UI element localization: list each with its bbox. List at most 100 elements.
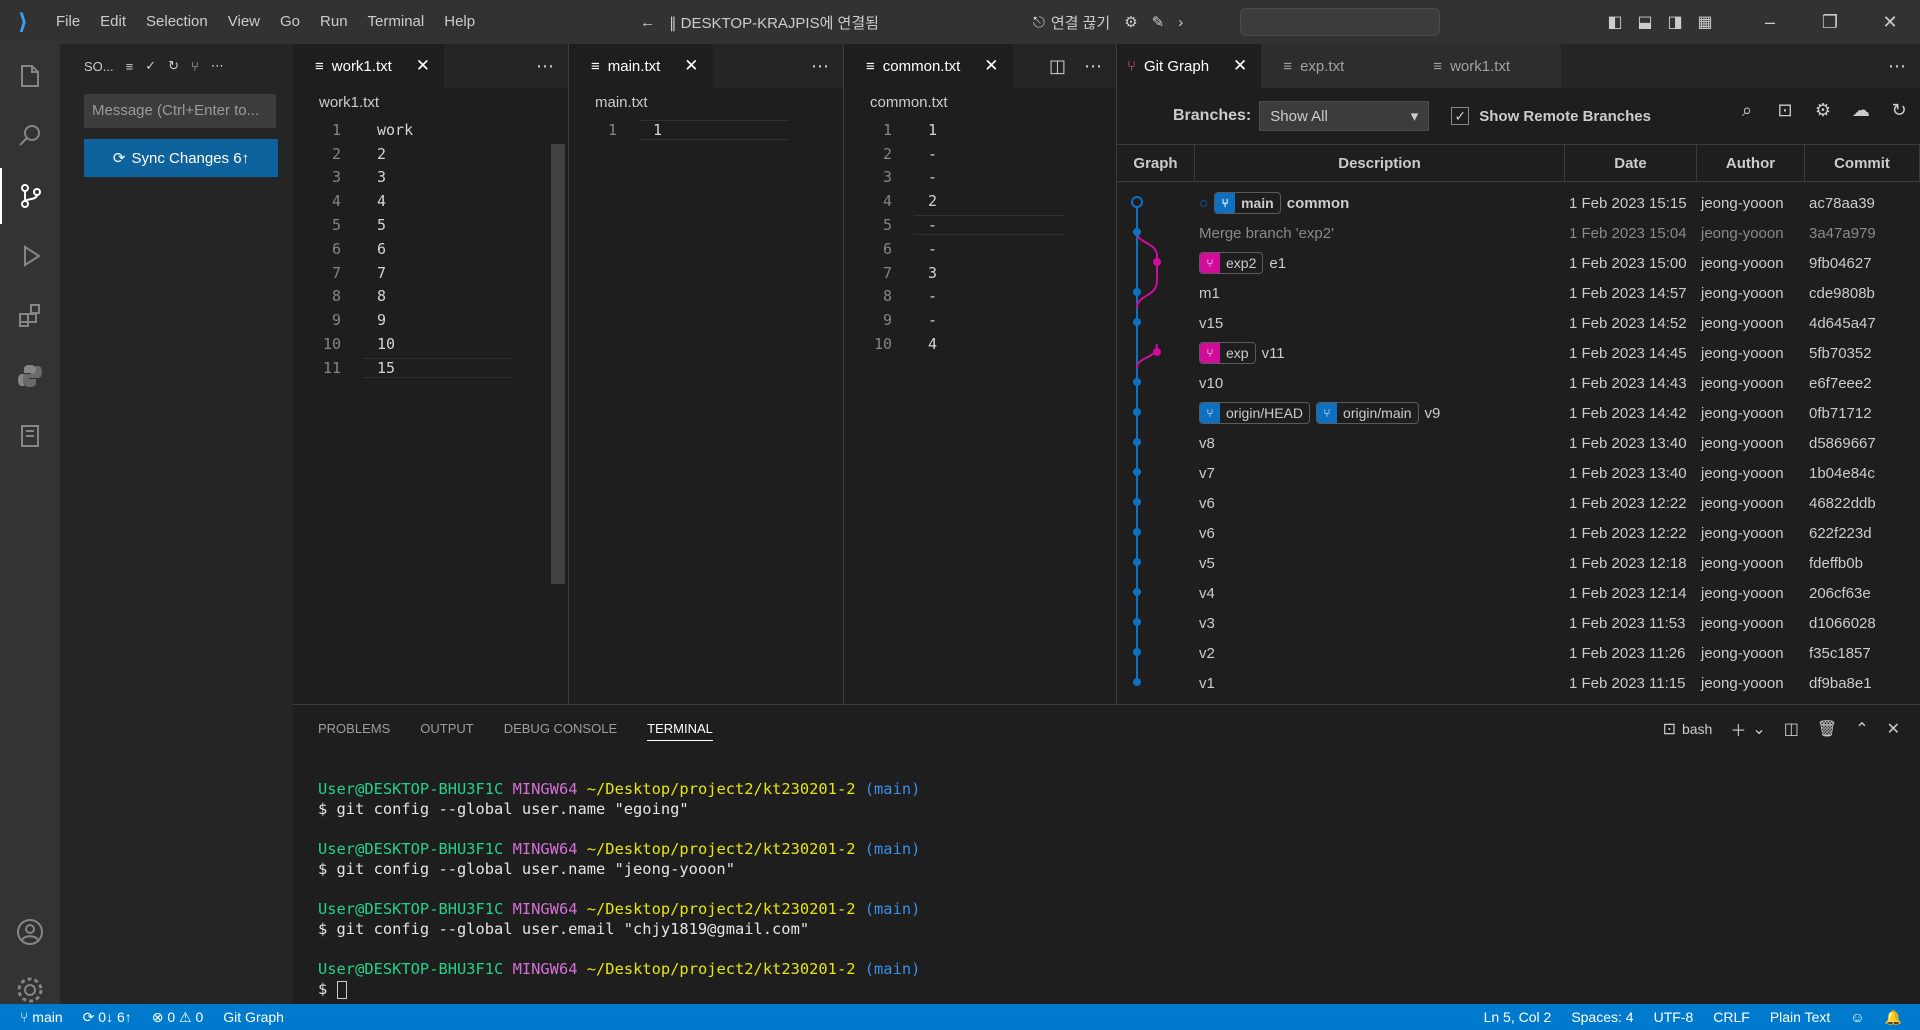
menu-view[interactable]: View (218, 0, 270, 44)
commit-row[interactable]: v7 1 Feb 2023 13:40 jeong-yooon 1b04e84c (1117, 458, 1920, 488)
minimize-icon[interactable]: – (1740, 12, 1800, 33)
python-icon[interactable] (0, 348, 60, 404)
extensions-icon[interactable] (0, 288, 60, 344)
editor-line[interactable]: 5- (844, 213, 1116, 237)
toggle-secondary-sidebar-icon[interactable]: ◨ (1660, 12, 1690, 32)
tab-debug-console[interactable]: DEBUG CONSOLE (504, 721, 617, 736)
commit-row[interactable]: v8 1 Feb 2023 13:40 jeong-yooon d5869667 (1117, 428, 1920, 458)
commit-message-input[interactable]: Message (Ctrl+Enter to... (84, 94, 276, 128)
tab-common[interactable]: ≡ common.txt ✕ (844, 44, 1013, 88)
menu-selection[interactable]: Selection (136, 0, 218, 44)
end-of-line[interactable]: CRLF (1713, 1009, 1750, 1025)
find-icon[interactable]: ⌕ (1736, 100, 1758, 121)
header-commit[interactable]: Commit (1805, 145, 1920, 181)
commit-row[interactable]: v1 1 Feb 2023 11:15 jeong-yooon df9ba8e1 (1117, 668, 1920, 698)
view-as-list-icon[interactable]: ≡ (126, 59, 134, 74)
fetch-cloud-icon[interactable]: ☁ (1850, 100, 1872, 121)
settings-gear-icon[interactable]: ⚙ (1812, 100, 1834, 121)
menu-edit[interactable]: Edit (90, 0, 136, 44)
header-date[interactable]: Date (1565, 145, 1697, 181)
branches-dropdown[interactable]: Show All ▾ (1259, 101, 1430, 131)
branch-ref-badge[interactable]: ⑂ main (1214, 192, 1281, 214)
notifications-bell-icon[interactable]: 🔔 (1885, 1009, 1902, 1026)
more-actions-icon[interactable]: ⋯ (1888, 44, 1906, 88)
disconnect-button[interactable]: 연결 끊기 (1051, 12, 1110, 33)
editor-line[interactable]: 66 (293, 237, 568, 261)
customize-layout-icon[interactable]: ▦ (1690, 12, 1720, 32)
language-mode[interactable]: Plain Text (1770, 1009, 1830, 1025)
branch-ref-badge[interactable]: ⑂ origin/HEAD (1199, 402, 1311, 424)
commit-row[interactable]: ⑂ origin/HEAD ⑂ origin/main v9 1 Feb 2023 14:… (1117, 398, 1920, 428)
editor-text[interactable]: 1 1 2-3-4 2 5-6-7 3 8-9-10 4 (844, 118, 1116, 356)
editor-line[interactable]: 3- (844, 166, 1116, 190)
editor-line[interactable]: 9- (844, 308, 1116, 332)
commit-check-icon[interactable]: ✓ (145, 58, 156, 74)
accounts-icon[interactable] (0, 904, 60, 960)
menu-help[interactable]: Help (434, 0, 485, 44)
menu-go[interactable]: Go (270, 0, 310, 44)
new-terminal-icon[interactable]: ＋ (1730, 717, 1746, 741)
cursor-position[interactable]: Ln 5, Col 2 (1484, 1009, 1552, 1025)
tab-problems[interactable]: PROBLEMS (318, 721, 390, 736)
editor-line[interactable]: 44 (293, 189, 568, 213)
kill-terminal-icon[interactable]: 🗑 (1817, 719, 1837, 739)
editor-text[interactable]: 11 (569, 118, 843, 142)
source-control-icon[interactable] (0, 168, 60, 224)
show-remote-checkbox[interactable]: ✓ (1451, 107, 1470, 125)
restore-icon[interactable]: ❐ (1800, 12, 1860, 33)
editor-line[interactable]: 42 (844, 189, 1116, 213)
toggle-sidebar-icon[interactable]: ◧ (1600, 12, 1630, 32)
editor-scrollbar[interactable] (551, 144, 565, 584)
breadcrumb[interactable]: common.txt (844, 88, 1116, 118)
sync-changes-button[interactable]: ⟳ Sync Changes 6↑ (84, 139, 278, 177)
refresh-icon[interactable]: ↻ (1888, 100, 1910, 121)
header-description[interactable]: Description (1195, 145, 1565, 181)
more-actions-icon[interactable]: ⋯ (536, 44, 554, 88)
more-actions-icon[interactable]: ⋯ (211, 58, 224, 74)
branch-ref-badge[interactable]: ⑂ origin/main (1316, 402, 1419, 424)
encoding[interactable]: UTF-8 (1654, 1009, 1694, 1025)
editor-line[interactable]: 10 10 (293, 332, 568, 356)
indentation[interactable]: Spaces: 4 (1571, 1009, 1633, 1025)
editor-line[interactable]: 2- (844, 142, 1116, 166)
editor-line[interactable]: 10 4 (844, 332, 1116, 356)
pin-icon[interactable]: ✎ (1152, 13, 1165, 31)
menu-run[interactable]: Run (310, 0, 358, 44)
chevron-right-icon[interactable]: › (1178, 14, 1183, 31)
editor-line[interactable]: 6- (844, 237, 1116, 261)
header-author[interactable]: Author (1697, 145, 1805, 181)
menu-terminal[interactable]: Terminal (358, 0, 435, 44)
terminal-output[interactable]: User@DESKTOP-BHU3F1C MINGW64 ~/Desktop/p… (318, 779, 920, 999)
tab-exp[interactable]: ≡ exp.txt (1261, 44, 1412, 88)
commit-row[interactable]: v5 1 Feb 2023 12:18 jeong-yooon fdeffb0b (1117, 548, 1920, 578)
breadcrumb-file[interactable]: common.txt (870, 94, 948, 111)
editor-line[interactable]: 99 (293, 308, 568, 332)
breadcrumb[interactable]: main.txt (569, 88, 843, 118)
commit-row[interactable]: v2 1 Feb 2023 11:26 jeong-yooon f35c1857 (1117, 638, 1920, 668)
editor-line[interactable]: 11 (569, 118, 843, 142)
editor-line[interactable]: 22 (293, 142, 568, 166)
commit-row[interactable]: v10 1 Feb 2023 14:43 jeong-yooon e6f7eee2 (1117, 368, 1920, 398)
more-actions-icon[interactable]: ⋯ (811, 44, 829, 88)
editor-line[interactable]: 8- (844, 285, 1116, 309)
close-tab-icon[interactable]: ✕ (684, 56, 698, 76)
branch-ref-badge[interactable]: ⑂ exp2 (1199, 252, 1264, 274)
notebook-icon[interactable] (0, 408, 60, 464)
terminal-dropdown-icon[interactable]: ⌄ (1752, 719, 1765, 739)
tab-main[interactable]: ≡ main.txt ✕ (569, 44, 713, 88)
breadcrumb-file[interactable]: work1.txt (319, 94, 379, 111)
close-window-icon[interactable]: ✕ (1860, 12, 1920, 33)
shell-name[interactable]: bash (1682, 721, 1712, 737)
commit-row[interactable]: ⑂ exp2 e1 1 Feb 2023 15:00 jeong-yooon 9fb046… (1117, 248, 1920, 278)
more-actions-icon[interactable]: ⋯ (1084, 44, 1102, 88)
sync-status[interactable]: ⟳ 0↓ 6↑ (83, 1009, 132, 1026)
maximize-panel-icon[interactable]: ⌃ (1855, 719, 1868, 739)
tab-output[interactable]: OUTPUT (420, 721, 473, 736)
editor-line[interactable]: 1 work (293, 118, 568, 142)
back-arrow-icon[interactable]: ← (640, 14, 655, 31)
editor-line[interactable]: 77 (293, 261, 568, 285)
commit-row[interactable]: m1 1 Feb 2023 14:57 jeong-yooon cde9808b (1117, 278, 1920, 308)
gear-icon[interactable]: ⚙ (1124, 13, 1137, 31)
breadcrumb[interactable]: work1.txt (293, 88, 568, 118)
commit-row[interactable]: ○ ⑂ main common 1 Feb 2023 15:15 jeong-yooon a… (1117, 188, 1920, 218)
